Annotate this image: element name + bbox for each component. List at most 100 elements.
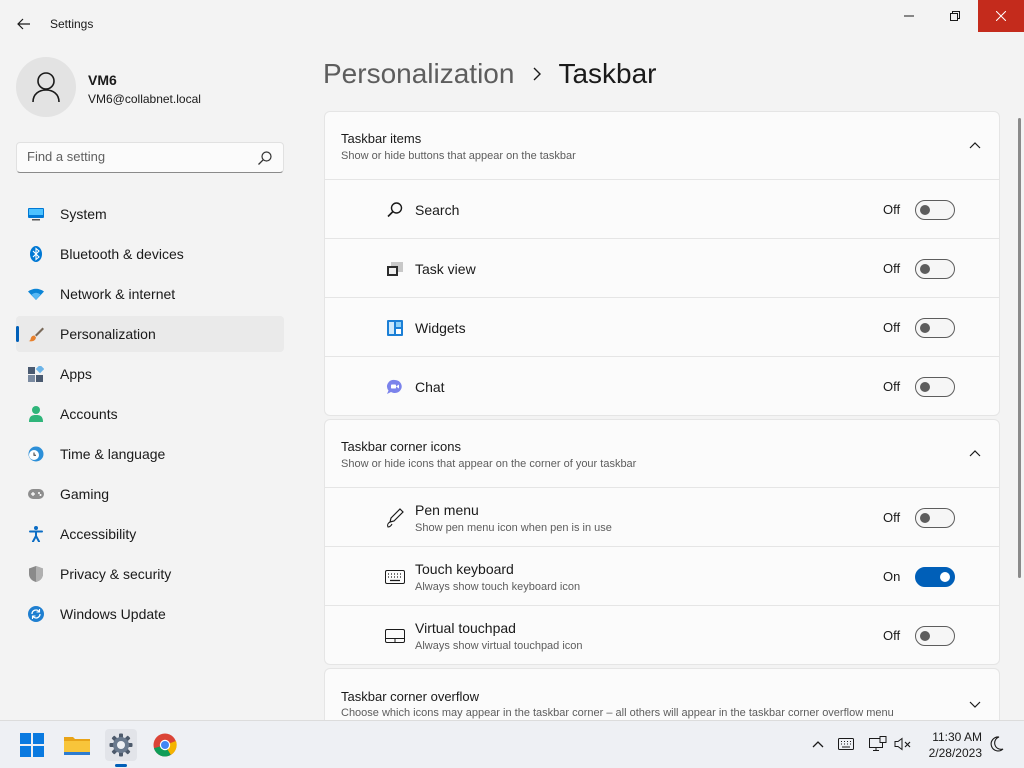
toggle-knob: [920, 382, 930, 392]
sidebar-item-system[interactable]: System: [16, 196, 284, 232]
pen-icon: [385, 508, 405, 528]
task-view-icon: [385, 259, 405, 279]
setting-row-task-view: Task view Off: [325, 239, 999, 298]
avatar[interactable]: [16, 57, 76, 117]
corner-icons-card: Taskbar corner icons Show or hide icons …: [324, 419, 1000, 665]
setting-row-chat: Chat Off: [325, 357, 999, 415]
search-toggle[interactable]: [915, 200, 955, 220]
chevron-up-icon[interactable]: [809, 735, 827, 753]
sidebar-item-network[interactable]: Network & internet: [16, 276, 284, 312]
search-icon[interactable]: [257, 150, 273, 166]
chat-icon: [385, 377, 405, 397]
toggle-state-text: Off: [883, 510, 901, 525]
clock-time[interactable]: 11:30 AM: [930, 730, 982, 744]
gamepad-icon: [28, 486, 44, 502]
system-icon: [28, 206, 44, 222]
back-arrow-icon: [17, 18, 30, 30]
restore-icon: [950, 11, 960, 21]
sidebar-item-gaming[interactable]: Gaming: [16, 476, 284, 512]
setting-label: Task view: [415, 261, 476, 277]
sidebar-item-accessibility[interactable]: Accessibility: [16, 516, 284, 552]
toggle-state-text: Off: [883, 320, 901, 335]
chat-toggle[interactable]: [915, 377, 955, 397]
toggle-knob: [940, 572, 950, 582]
network-icon[interactable]: [869, 735, 887, 753]
sidebar-item-windows-update[interactable]: Windows Update: [16, 596, 284, 632]
sidebar-item-label: Apps: [60, 366, 92, 382]
account-icon: [28, 406, 44, 422]
breadcrumb-parent[interactable]: Personalization: [323, 58, 514, 90]
person-icon: [32, 72, 60, 103]
setting-label: Pen menu: [415, 502, 479, 518]
minimize-icon: [904, 15, 914, 17]
bluetooth-icon: [28, 246, 44, 262]
sidebar-item-label: Windows Update: [60, 606, 166, 622]
toggle-state-text: Off: [883, 628, 901, 643]
setting-row-widgets: Widgets Off: [325, 298, 999, 357]
back-button[interactable]: [12, 12, 36, 36]
sidebar-nav: System Bluetooth & devices Network & int…: [16, 196, 284, 636]
sidebar-item-label: Accounts: [60, 406, 118, 422]
brush-icon: [28, 326, 44, 342]
virtual-touchpad-toggle[interactable]: [915, 626, 955, 646]
settings-app-button[interactable]: [105, 729, 137, 761]
volume-muted-icon[interactable]: [894, 735, 912, 753]
pen-menu-toggle[interactable]: [915, 508, 955, 528]
setting-label: Chat: [415, 379, 445, 395]
focus-moon-icon[interactable]: [988, 735, 1006, 753]
setting-description: Always show virtual touchpad icon: [415, 640, 583, 652]
close-icon: [996, 11, 1006, 21]
gear-icon: [109, 733, 133, 757]
corner-overflow-card[interactable]: Taskbar corner overflow Choose which ico…: [324, 668, 1000, 720]
sidebar-item-apps[interactable]: Apps: [16, 356, 284, 392]
setting-description: Show pen menu icon when pen is in use: [415, 522, 612, 534]
search-box[interactable]: [16, 142, 284, 173]
section-title: Taskbar corner overflow: [341, 689, 479, 704]
restore-button[interactable]: [932, 0, 978, 32]
title-bar: Settings: [0, 0, 1024, 48]
task-view-toggle[interactable]: [915, 259, 955, 279]
keyboard-icon[interactable]: [837, 735, 855, 753]
start-button[interactable]: [16, 729, 48, 761]
touch-keyboard-toggle[interactable]: [915, 567, 955, 587]
taskbar-items-header[interactable]: Taskbar items Show or hide buttons that …: [325, 112, 999, 180]
search-input[interactable]: [27, 149, 247, 164]
wifi-icon: [28, 286, 44, 302]
setting-row-search: Search Off: [325, 180, 999, 239]
setting-row-pen-menu: Pen menu Show pen menu icon when pen is …: [325, 488, 999, 547]
chrome-button[interactable]: [149, 729, 181, 761]
scrollbar[interactable]: [1018, 118, 1021, 578]
sidebar-item-personalization[interactable]: Personalization: [16, 316, 284, 352]
toggle-knob: [920, 264, 930, 274]
minimize-button[interactable]: [886, 0, 932, 32]
sidebar-item-bluetooth[interactable]: Bluetooth & devices: [16, 236, 284, 272]
toggle-state-text: Off: [883, 202, 901, 217]
setting-row-touch-keyboard: Touch keyboard Always show touch keyboar…: [325, 547, 999, 606]
sidebar-item-label: Gaming: [60, 486, 110, 502]
toggle-knob: [920, 631, 930, 641]
shield-icon: [28, 566, 44, 582]
sidebar-item-accounts[interactable]: Accounts: [16, 396, 284, 432]
apps-icon: [28, 366, 44, 382]
sidebar-item-privacy[interactable]: Privacy & security: [16, 556, 284, 592]
corner-icons-header[interactable]: Taskbar corner icons Show or hide icons …: [325, 420, 999, 488]
file-explorer-button[interactable]: [61, 729, 93, 761]
keyboard-icon: [385, 567, 405, 587]
widgets-toggle[interactable]: [915, 318, 955, 338]
active-app-indicator: [115, 764, 127, 767]
chevron-down-icon[interactable]: [969, 698, 981, 710]
page-title: Taskbar: [558, 58, 657, 89]
toggle-knob: [920, 323, 930, 333]
sidebar-item-label: Personalization: [60, 326, 156, 342]
breadcrumb: Personalization Taskbar: [323, 58, 657, 90]
sidebar-item-label: Time & language: [60, 446, 166, 462]
close-button[interactable]: [978, 0, 1024, 32]
chevron-up-icon[interactable]: [969, 448, 981, 460]
toggle-knob: [920, 513, 930, 523]
user-name: VM6: [88, 72, 117, 88]
clock-date[interactable]: 2/28/2023: [922, 746, 982, 760]
sidebar-item-label: Network & internet: [60, 286, 176, 302]
sidebar-item-time-language[interactable]: Time & language: [16, 436, 284, 472]
chevron-up-icon[interactable]: [969, 140, 981, 152]
sidebar-item-label: Privacy & security: [60, 566, 172, 582]
